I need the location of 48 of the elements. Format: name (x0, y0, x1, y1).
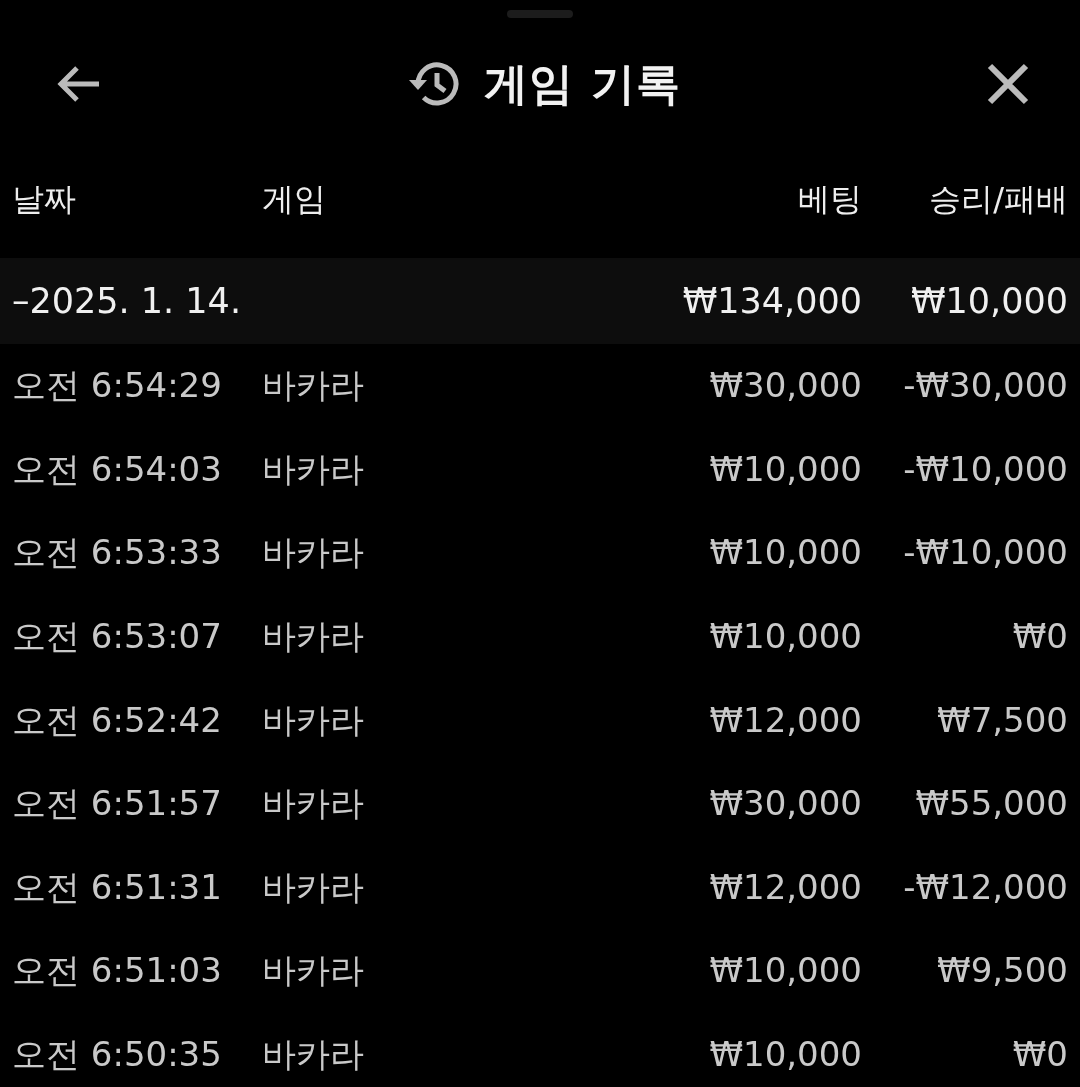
history-icon (408, 60, 461, 108)
table-cell-text: ₩0 (1011, 615, 1068, 659)
table-cell-text: -₩10,000 (902, 531, 1068, 575)
group-bet-total: ₩134,000 (681, 279, 862, 323)
table-cell-text: 바카라 (262, 698, 365, 742)
column-header: 게임 (262, 179, 327, 220)
table-cell-text: ₩7,500 (936, 698, 1068, 742)
table-cell-text: ₩12,000 (708, 698, 862, 742)
table-cell-text: 바카라 (262, 364, 365, 408)
table-cell-text: ₩0 (1011, 1033, 1068, 1077)
table-cell-text: -₩10,000 (902, 447, 1068, 491)
column-header: 승리/패배 (928, 179, 1068, 220)
table-cell-text: 바카라 (262, 531, 365, 575)
table-cell-text: 바카라 (262, 865, 365, 909)
table-cell-text: 바카라 (262, 615, 365, 659)
table-cell-text: ₩12,000 (708, 865, 862, 909)
table-cell-text: 오전 6:54:29 (12, 364, 223, 408)
table-cell-text: ₩9,500 (936, 949, 1068, 993)
table-cell-text: 오전 6:51:57 (12, 782, 223, 826)
table-cell-text: ₩55,000 (914, 782, 1068, 826)
screen-title: 게임 기록 (484, 57, 681, 111)
column-header: 날짜 (12, 179, 77, 220)
table-cell-text: -₩30,000 (902, 364, 1068, 408)
table-cell-text: 오전 6:50:35 (12, 1033, 223, 1077)
table-cell-text: 오전 6:51:31 (12, 865, 223, 909)
table-cell-text: ₩30,000 (708, 782, 862, 826)
table-cell-text: ₩30,000 (708, 364, 862, 408)
table-cell-text: ₩10,000 (708, 447, 862, 491)
table-cell-text: ₩10,000 (708, 1033, 862, 1077)
table-cell-text: ₩10,000 (708, 949, 862, 993)
drag-handle[interactable] (507, 10, 573, 18)
table-cell-text: ₩10,000 (708, 531, 862, 575)
table-cell-text: 바카라 (262, 949, 365, 993)
close-button[interactable] (986, 62, 1030, 106)
table-cell-text: ₩10,000 (708, 615, 862, 659)
table-cell-text: 오전 6:53:07 (12, 615, 223, 659)
date-group-row[interactable]: –2025. 1. 14. ₩134,000 ₩10,000 (0, 258, 1080, 344)
table-cell-text: 오전 6:53:33 (12, 531, 223, 575)
table-cell-text: -₩12,000 (902, 865, 1068, 909)
table-cell-text: 오전 6:54:03 (12, 447, 223, 491)
group-result-total: ₩10,000 (909, 279, 1068, 323)
column-header: 베팅 (797, 179, 862, 220)
table-cell-text: 바카라 (262, 1033, 365, 1077)
table-cell-text: 바카라 (262, 782, 365, 826)
group-date: –2025. 1. 14. (12, 279, 242, 323)
table-cell-text: 바카라 (262, 447, 365, 491)
table-cell-text: 오전 6:52:42 (12, 698, 223, 742)
table-cell-text: 오전 6:51:03 (12, 949, 223, 993)
